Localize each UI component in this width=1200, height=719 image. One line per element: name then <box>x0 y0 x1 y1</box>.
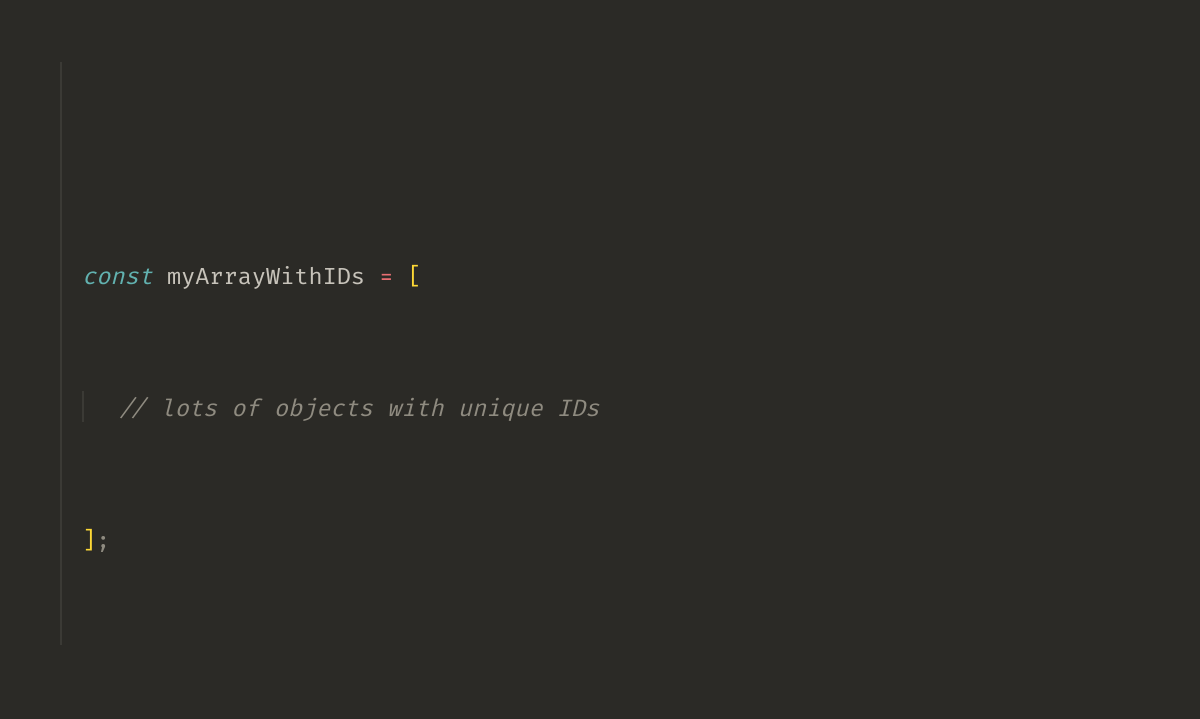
keyword-const: const <box>82 264 153 292</box>
operator-eq: = <box>379 264 393 292</box>
comment: // lots of objects with unique IDs <box>118 396 599 424</box>
code-editor: const myArrayWithIDs = [ // lots of obje… <box>0 0 1200 719</box>
identifier: myArrayWithIDs <box>167 264 365 292</box>
bracket-open: [ <box>408 264 422 292</box>
code-line: const myArrayWithIDs = [ <box>60 256 1200 300</box>
blank-line <box>60 652 1200 696</box>
code-line: // lots of objects with unique IDs <box>60 388 1200 432</box>
code-line: ]; <box>60 520 1200 564</box>
indent-guide <box>60 62 62 645</box>
bracket-close: ] <box>82 528 96 556</box>
semicolon: ; <box>96 528 110 556</box>
